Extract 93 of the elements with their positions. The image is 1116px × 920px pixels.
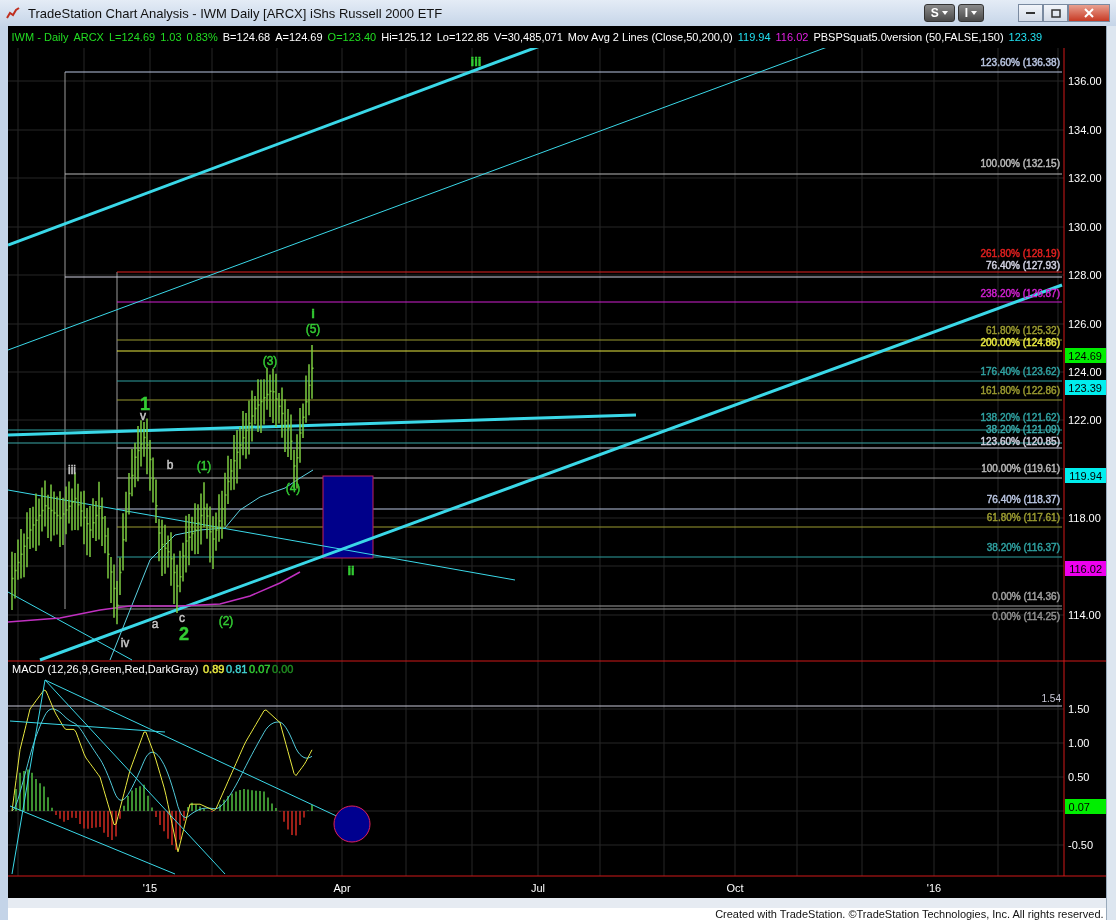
fib-level-label: 61.80% (117.61) xyxy=(986,512,1060,523)
close-button[interactable] xyxy=(1068,4,1110,22)
quote-field: IWM - Daily xyxy=(11,31,69,43)
toolbar-dropdown-button[interactable]: S xyxy=(923,4,955,22)
price-axis-label: 114.00 xyxy=(1067,609,1101,621)
quote-field: Lo=122.85 xyxy=(436,31,489,43)
fib-level-label: 38.20% (121.09) xyxy=(985,424,1060,435)
wave-label: iv xyxy=(120,636,129,650)
price-axis-label: 132.00 xyxy=(1067,172,1102,184)
wave-label: a xyxy=(151,617,158,631)
price-axis-label: 118.00 xyxy=(1067,512,1101,524)
footer-text: Created with TradeStation. ©TradeStation Technologies, Inc. All rights reserved. xyxy=(715,908,1104,920)
indicator-value: 0.07 xyxy=(248,663,270,675)
price-badge: 116.02 xyxy=(1064,561,1106,576)
price-axis-label: 124.00 xyxy=(1067,366,1102,378)
fib-level-label: 38.20% (116.37) xyxy=(986,542,1060,553)
vertical-scrollbar[interactable] xyxy=(1105,26,1116,920)
caret-icon xyxy=(941,11,948,15)
quote-field: 116.02 xyxy=(775,31,809,43)
price-axis-label: 122.00 xyxy=(1067,414,1102,426)
date-axis-label: Jul xyxy=(530,882,545,894)
quote-field: ARCX xyxy=(73,31,104,43)
quote-field: 119.94 xyxy=(737,31,771,43)
fib-level-label: 76.40% (127.93) xyxy=(985,260,1060,271)
price-axis-label: 128.00 xyxy=(1067,269,1102,281)
price-badge: 119.94 xyxy=(1064,468,1106,483)
caret-icon xyxy=(971,11,977,15)
fib-level-label: 123.60% (136.38) xyxy=(980,57,1060,68)
quote-field: O=123.40 xyxy=(327,31,377,43)
date-axis-label: '15 xyxy=(142,882,157,894)
wave-label: (5) xyxy=(305,322,320,336)
close-icon xyxy=(1084,8,1094,18)
date-axis-label: Oct xyxy=(726,882,744,894)
toolbar-dropdown-button[interactable]: I xyxy=(957,4,984,22)
minimize-icon xyxy=(1025,11,1036,15)
fib-level-label: 0.00% (114.36) xyxy=(991,591,1060,602)
wave-label: ii xyxy=(346,563,355,578)
quote-field: Mov Avg 2 Lines (Close,50,200,0) xyxy=(567,31,733,43)
wave-label: (3) xyxy=(262,354,277,368)
price-axis-label: 134.00 xyxy=(1067,124,1102,136)
price-axis-label: 130.00 xyxy=(1067,221,1102,233)
quote-field: L=124.69 xyxy=(108,31,156,43)
horizontal-scrollbar[interactable] xyxy=(7,898,1106,908)
quote-field: Hi=125.12 xyxy=(381,31,432,43)
indicator-value: 0.81 xyxy=(225,663,247,675)
quote-field: PBSPSquat5.0version (50,FALSE,150) xyxy=(813,31,1004,43)
quote-field: 1.03 xyxy=(160,31,182,43)
price-axis-label: 136.00 xyxy=(1067,75,1102,87)
maximize-button[interactable] xyxy=(1043,4,1068,22)
level-label: 1.54 xyxy=(1041,693,1061,704)
quote-field: V=30,485,071 xyxy=(494,31,563,43)
wave-label: iii xyxy=(470,54,481,69)
fib-level-label: 0.00% (114.25) xyxy=(991,611,1060,622)
date-axis-label: '16 xyxy=(926,882,941,894)
target-circle xyxy=(333,805,371,843)
fib-level-label: 76.40% (118.37) xyxy=(986,494,1060,505)
maximize-icon xyxy=(1050,8,1061,18)
fib-level-label: 176.40% (123.62) xyxy=(980,366,1060,377)
wave-label: (1) xyxy=(196,459,211,473)
fib-level-label: 161.80% (122.86) xyxy=(980,385,1060,396)
indicator-badge: 0.07 xyxy=(1064,799,1106,814)
price-axis-label: 126.00 xyxy=(1067,318,1102,330)
fib-level-label: 200.00% (124.86) xyxy=(980,337,1060,348)
quote-field: B=124.68 xyxy=(222,31,271,43)
indicator-value: 0.89 xyxy=(202,663,224,675)
indicator-axis-label: 0.50 xyxy=(1067,771,1089,783)
fib-level-label: 61.80% (125.32) xyxy=(985,325,1060,336)
fib-level-label: 100.00% (132.15) xyxy=(980,158,1060,169)
wave-label: (2) xyxy=(218,614,233,628)
price-badge: 124.69 xyxy=(1064,348,1106,363)
wave-label: (4) xyxy=(285,481,300,495)
indicator-axis-label: 1.50 xyxy=(1067,703,1089,715)
window-title: TradeStation Chart Analysis - IWM Daily [ARCX] iShs Russell 2000 ETF xyxy=(28,5,444,21)
minimize-button[interactable] xyxy=(1018,4,1043,22)
date-axis-label: Apr xyxy=(333,882,351,894)
fib-level-label: 138.20% (121.62) xyxy=(980,412,1060,423)
fib-level-label: 261.80% (128.19) xyxy=(980,248,1060,259)
quote-field: A=124.69 xyxy=(275,31,323,43)
indicator-axis-label: -0.50 xyxy=(1067,839,1093,851)
quote-field: 0.83% xyxy=(186,31,218,43)
wave-label: c xyxy=(178,611,185,625)
quote-field: 123.39 xyxy=(1008,31,1043,43)
indicator-title: MACD (12,26,9,Green,Red,DarkGray) xyxy=(11,663,198,675)
price-badge: 123.39 xyxy=(1064,380,1106,395)
fib-level-label: 123.60% (120.85) xyxy=(980,436,1060,447)
wave-label: b xyxy=(166,458,173,472)
fib-level-label: 100.00% (119.61) xyxy=(980,463,1060,474)
indicator-axis-label: 1.00 xyxy=(1067,737,1089,749)
wave-label: i xyxy=(310,306,315,321)
chart-icon xyxy=(6,7,20,19)
wave-label: iii xyxy=(67,463,76,477)
wave-label: 2 xyxy=(178,624,189,644)
indicator-value: 0.00 xyxy=(271,663,293,675)
